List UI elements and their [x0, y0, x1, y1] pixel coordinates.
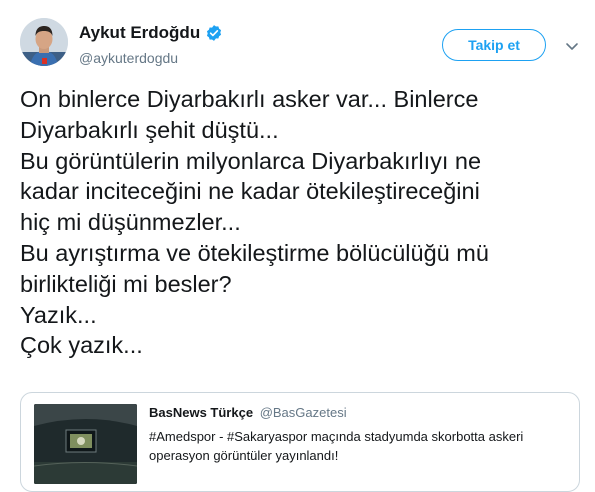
- quoted-tweet-card[interactable]: BasNews Türkçe @BasGazetesi #Amedspor - …: [20, 392, 580, 492]
- quoted-tweet-header: BasNews Türkçe @BasGazetesi: [149, 405, 347, 420]
- avatar-image: [20, 18, 68, 66]
- tweet-line: On binlerce Diyarbakırlı asker var... Bi…: [20, 86, 479, 112]
- quoted-tweet-line: #Amedspor - #Sakaryaspor maçında stadyum…: [149, 429, 524, 444]
- tweet-line: birlikteliği mi besler?: [20, 270, 232, 297]
- quoted-author-name[interactable]: BasNews Türkçe: [149, 405, 253, 420]
- avatar[interactable]: [20, 18, 68, 66]
- chevron-down-icon[interactable]: [564, 38, 580, 54]
- tweet-text: On binlerce Diyarbakırlı asker var... Bi…: [20, 84, 588, 361]
- tweet-line: kadar inciteceğini ne kadar ötekileştire…: [20, 178, 480, 205]
- author-name-text[interactable]: Aykut Erdoğdu: [79, 23, 200, 43]
- author-handle[interactable]: @aykuterdogdu: [79, 50, 178, 66]
- quoted-tweet-line: operasyon görüntüler yayınlandı!: [149, 447, 339, 463]
- quoted-tweet-thumbnail[interactable]: [34, 404, 137, 484]
- quoted-author-handle[interactable]: @BasGazetesi: [260, 405, 347, 420]
- tweet-line: Yazık...: [20, 301, 97, 328]
- follow-button[interactable]: Takip et: [442, 29, 546, 61]
- tweet-line: Çok yazık...: [20, 332, 143, 359]
- author-name[interactable]: Aykut Erdoğdu: [79, 23, 223, 43]
- tweet-line: Diyarbakırlı şehit düştü...: [20, 116, 279, 143]
- quoted-tweet-text: #Amedspor - #Sakaryaspor maçında stadyum…: [149, 428, 569, 465]
- tweet-line: Bu görüntülerin milyonlarca Diyarbakırlı…: [20, 147, 482, 174]
- tweet-line: Bu ayrıştırma ve ötekileştirme bölücülüğ…: [20, 239, 489, 266]
- tweet-line: hiç mi düşünmezler...: [20, 209, 241, 236]
- verified-badge-icon: [205, 24, 223, 42]
